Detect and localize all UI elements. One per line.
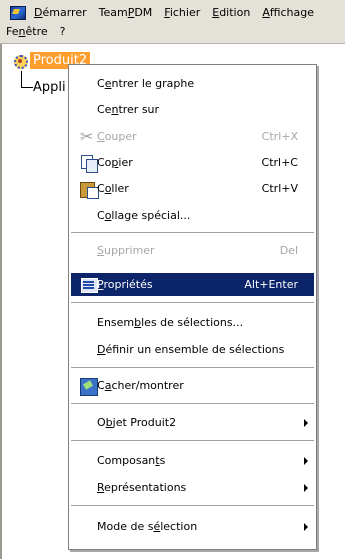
- menu-item-composants[interactable]: Composants: [71, 449, 314, 472]
- menu-item-supprimer[interactable]: Supprimer Del: [71, 239, 314, 262]
- properties-icon: [80, 276, 98, 294]
- copy-icon: [80, 154, 98, 173]
- menu-bar: Démarrer TeamPDM Fichier Edition Afficha…: [0, 0, 345, 44]
- submenu-arrow-icon: [304, 523, 308, 531]
- menu-item-mode-de-selection[interactable]: Mode de sélection: [71, 515, 314, 538]
- paste-icon: [80, 180, 99, 199]
- submenu-arrow-icon: [304, 457, 308, 465]
- shortcut-copier: Ctrl+C: [261, 156, 298, 169]
- shortcut-couper: Ctrl+X: [261, 130, 298, 143]
- hide-show-icon: [80, 377, 98, 396]
- menu-separator: [71, 302, 314, 303]
- menu-affichage[interactable]: Affichage: [256, 6, 320, 19]
- menu-item-couper[interactable]: Couper Ctrl+X: [71, 125, 314, 148]
- context-menu: Centrer le graphe Centrer sur Couper Ctr…: [68, 64, 317, 550]
- menu-item-centrer-le-graphe[interactable]: Centrer le graphe: [71, 72, 314, 95]
- submenu-arrow-icon: [304, 419, 308, 427]
- menu-bar-row-1: Démarrer TeamPDM Fichier Edition Afficha…: [0, 3, 320, 21]
- tree-connector-vertical: [21, 71, 22, 87]
- menu-separator: [71, 403, 314, 404]
- menu-separator: [71, 440, 314, 441]
- menu-item-representations[interactable]: Représentations: [71, 476, 314, 499]
- catia-app-icon[interactable]: [9, 5, 26, 20]
- menu-item-definir-un-ensemble[interactable]: Définir un ensemble de sélections: [71, 338, 314, 361]
- menu-help[interactable]: ?: [54, 25, 72, 38]
- submenu-arrow-icon: [304, 484, 308, 492]
- scissors-icon: [80, 127, 98, 146]
- menu-item-objet-produit2[interactable]: Objet Produit2: [71, 411, 314, 434]
- menu-separator: [71, 505, 314, 506]
- menu-teampdm[interactable]: TeamPDM: [93, 6, 159, 19]
- menu-item-centrer-sur[interactable]: Centrer sur: [71, 98, 314, 121]
- tree-connector-horizontal: [21, 87, 33, 88]
- shortcut-proprietes: Alt+Enter: [244, 278, 298, 291]
- menu-item-proprietes[interactable]: Propriétés Alt+Enter: [71, 273, 314, 296]
- menu-separator: [71, 367, 314, 368]
- product-gear-icon: [12, 53, 28, 69]
- menu-item-cacher-montrer[interactable]: Cacher/montrer: [71, 374, 314, 397]
- tree-child-label[interactable]: Appli: [33, 80, 66, 95]
- menu-item-coller[interactable]: Coller Ctrl+V: [71, 177, 314, 200]
- menu-demarrer[interactable]: Démarrer: [28, 6, 93, 19]
- menu-fenetre[interactable]: Fenêtre: [0, 25, 54, 38]
- menu-fichier[interactable]: Fichier: [158, 6, 206, 19]
- shortcut-supprimer: Del: [279, 244, 298, 257]
- shortcut-coller: Ctrl+V: [261, 182, 298, 195]
- menu-item-ensembles-de-selections[interactable]: Ensembles de sélections...: [71, 311, 314, 334]
- menu-item-collage-special[interactable]: Collage spécial...: [71, 204, 314, 227]
- menu-edition[interactable]: Edition: [206, 6, 256, 19]
- menu-bar-row-2: Fenêtre ?: [0, 22, 71, 40]
- menu-separator: [71, 232, 314, 233]
- menu-item-copier[interactable]: Copier Ctrl+C: [71, 151, 314, 174]
